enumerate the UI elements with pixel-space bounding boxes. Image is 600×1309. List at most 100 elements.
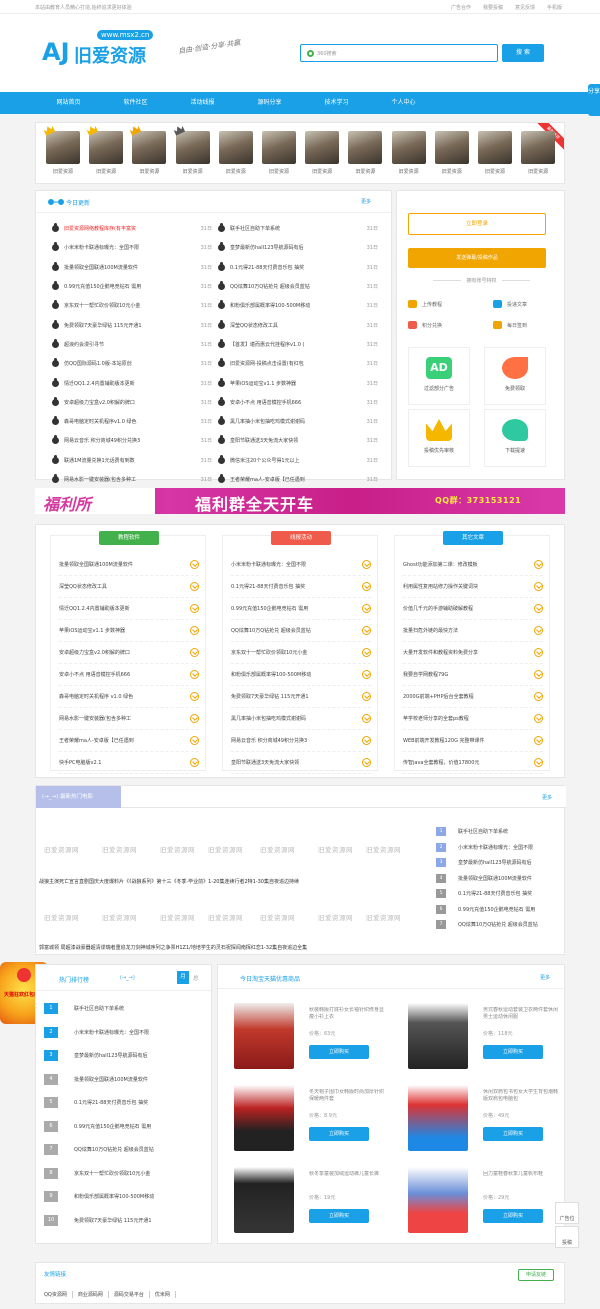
card-speed[interactable]: 下载提速 [484, 409, 546, 467]
nav-item-source[interactable]: 源码分享 [236, 92, 303, 114]
avatar-item[interactable]: 旧爱资源 [305, 131, 340, 179]
priv-points[interactable]: 积分兑换 [408, 321, 442, 329]
buy-button[interactable]: 立即购买 [483, 1127, 543, 1141]
hot-rank-item[interactable]: 7 QQ炫舞10万Q钻抢兑 超级会员蓝钻 [436, 917, 566, 933]
search-button[interactable]: 搜 索 [502, 44, 544, 62]
friend-link[interactable]: QQ资源网 [44, 1291, 73, 1298]
rank-item[interactable]: 2 小米米粉卡联通标曝光：全国不限 [44, 1021, 209, 1045]
apply-link-button[interactable]: 申请友链 [518, 1269, 554, 1281]
column-item[interactable]: 批量扫危外链的最快方法 [403, 620, 543, 642]
column-item[interactable]: 免费领取7天豪华绿钻 115元开通1 [231, 686, 371, 708]
column-item[interactable]: 和粉俱乐部属概率得100-500M移动 [231, 664, 371, 686]
more-link[interactable]: 更多 [361, 198, 371, 205]
column-item[interactable]: 苹学校老师分享的全套ps教程 [403, 708, 543, 730]
poster-watermark[interactable]: 旧爱资源网 [44, 844, 79, 854]
nav-item-home[interactable]: 网站首页 [35, 92, 102, 114]
product-image[interactable] [234, 1003, 294, 1069]
avatar-item[interactable]: 旧爱资源 [89, 131, 124, 179]
tab-month[interactable]: 月 [177, 971, 189, 984]
rank-item[interactable]: 5 0.1元得21-88天付费音乐包 抽奖 [44, 1091, 209, 1115]
rank-item[interactable]: 7 QQ炫舞10万Q钻抢兑 超级会员蓝钻 [44, 1138, 209, 1162]
avatar-item[interactable]: 旧爱资源 [434, 131, 469, 179]
login-button[interactable]: 立即登录 [408, 213, 546, 235]
update-item[interactable]: 王者荣耀ma人-安卓版【已任遇到 31日 [218, 470, 378, 489]
welfare-banner[interactable]: 福利所 福利群全天开车 QQ群：373153121 [35, 488, 565, 514]
top-link[interactable]: 我要投稿 [483, 4, 503, 11]
hot-rank-item[interactable]: 5 0.1元得21-88天付费音乐包 抽奖 [436, 886, 566, 902]
update-item[interactable]: 安卓超级力宝盒v2.0积解的牌口 31日 [52, 393, 212, 412]
update-item[interactable]: QQ炫舞10万Q钻抢兑 超级会员蓝钻 31日 [218, 277, 378, 296]
poster-watermark[interactable]: 旧爱资源网 [318, 844, 353, 854]
update-item[interactable]: 联通1M流量兑换1元话费有到数 31日 [52, 451, 212, 470]
hot-rank-item[interactable]: 4 批量领取全国联通100M流量软件 [436, 871, 566, 887]
buy-button[interactable]: 立即购买 [309, 1209, 369, 1223]
avatar-item[interactable]: 旧爱资源 [348, 131, 383, 179]
product-image[interactable] [234, 1085, 294, 1151]
nav-item-tech[interactable]: 技术学习 [303, 92, 370, 114]
priv-submit[interactable]: 投递文章 [493, 300, 527, 308]
movie-line-1[interactable]: 战狼主演死亡宣言直剧国庆大度爆料片《《战狼系列》第十三《冬季·毕业前》1-20集… [39, 878, 299, 885]
column-item[interactable]: 网易水影一键安装器(包含多种工 [59, 708, 199, 730]
update-item[interactable]: 深莹QQ状态修改工具 31日 [218, 315, 378, 334]
priv-upload[interactable]: 上传教程 [408, 300, 442, 308]
update-item[interactable]: 苹果iOS运动宝v1.1 步数神器 31日 [218, 373, 378, 392]
ad-float-button[interactable]: 广告位 [555, 1202, 579, 1224]
column-tab[interactable]: 线报活动 [271, 531, 331, 545]
column-item[interactable]: 森哥电脑定时关机程序 v1.0 绿色 [59, 686, 199, 708]
update-item[interactable]: 皇阳节联通送3天免流大家快领 31日 [218, 431, 378, 450]
friend-link[interactable]: 商业源码网 [73, 1291, 109, 1298]
update-item[interactable]: 网易水影一键安装器(包含多种工 31日 [52, 470, 212, 489]
buy-button[interactable]: 立即购买 [309, 1127, 369, 1141]
poster-watermark[interactable]: 旧爱资源网 [44, 912, 79, 922]
rank-item[interactable]: 3 皇梦最新仿hall123导航源码有后 [44, 1044, 209, 1068]
column-item[interactable]: 安卓小不点 用语音模控手机666 [59, 664, 199, 686]
poster-watermark[interactable]: 旧爱资源网 [208, 912, 243, 922]
column-item[interactable]: 传智java全套教程，价值17800元 [403, 752, 543, 774]
rank-item[interactable]: 9 和粉俱乐部属概率得100-500M移动 [44, 1185, 209, 1209]
column-item[interactable]: 批量领取全国联通100M流量软件 [59, 554, 199, 576]
more-link[interactable]: 更多 [540, 974, 550, 981]
nav-item-profile[interactable]: 个人中心 [370, 92, 437, 114]
update-item[interactable]: 旧爱资源网络教程库存(有丰富资 31日 [52, 219, 212, 238]
product-image[interactable] [408, 1085, 468, 1151]
update-item[interactable]: 京东双十一帮忙砍价领取10元小金 31日 [52, 296, 212, 315]
buy-button[interactable]: 立即购买 [483, 1045, 543, 1059]
submit-button[interactable]: 发送弹幕/投稿作品 [408, 248, 546, 268]
hot-rank-item[interactable]: 3 皇梦最新仿hall123导航源码有后 [436, 855, 566, 871]
avatar-item[interactable]: 旧爱资源 [521, 131, 556, 179]
column-item[interactable]: 京东双十一帮忙砍价领取10元小金 [231, 642, 371, 664]
rank-item[interactable]: 4 批量领取全国联通100M流量软件 [44, 1068, 209, 1092]
avatar-item[interactable]: 旧爱资源 [391, 131, 426, 179]
column-item[interactable]: 王者荣耀ma人-安卓版【已任遇到 [59, 730, 199, 752]
movie-line-2[interactable]: 郭富城领 局超漆战豪器超清谍瑞者重追龙刀剑神城序列之争票H1Z1/地培学生的灵石… [39, 944, 307, 951]
column-item[interactable]: 大量开发软件和教程资料免费分享 [403, 642, 543, 664]
column-item[interactable]: 安卓超级力宝盒v2.0积解的牌口 [59, 642, 199, 664]
nav-item-software[interactable]: 软件社区 [102, 92, 169, 114]
friend-link[interactable]: 源码交易平台 [109, 1291, 150, 1298]
poster-watermark[interactable]: 旧爱资源网 [260, 912, 295, 922]
avatar-item[interactable]: 旧爱资源 [46, 131, 80, 179]
card-free[interactable]: 免费领取 [484, 347, 546, 405]
poster-watermark[interactable]: 旧爱资源网 [160, 844, 195, 854]
poster-watermark[interactable]: 旧爱资源网 [208, 844, 243, 854]
poster-watermark[interactable]: 旧爱资源网 [366, 912, 401, 922]
rank-item[interactable]: 6 0.99元充值150企鹅电竞钻石 需用 [44, 1115, 209, 1139]
poster-watermark[interactable]: 旧爱资源网 [318, 912, 353, 922]
column-item[interactable]: 网易云音乐 积分商城49积分兑换3 [231, 730, 371, 752]
hot-rank-item[interactable]: 6 0.99元充值150企鹅电竞钻石 需用 [436, 902, 566, 918]
site-logo[interactable]: AJ 旧爱资源 www.msx2.cn [42, 30, 167, 74]
rank-item[interactable]: 10 免费领取7天豪华绿钻 115元开通1 [44, 1209, 209, 1233]
update-item[interactable]: 联手社区自助下单系统 31日 [218, 219, 378, 238]
column-item[interactable]: 黑几率抽小米包抽吃鸡模式谢谢码 [231, 708, 371, 730]
column-item[interactable]: 0.1元得21-88天付费音乐包 抽奖 [231, 576, 371, 598]
share-tab[interactable]: 分享 [588, 84, 600, 116]
update-item[interactable]: 仿QQ国际源码1.0版-本站原创 31日 [52, 354, 212, 373]
avatar-item[interactable]: 旧爱资源 [478, 131, 512, 179]
update-item[interactable]: 安卓小不点 用语音模控手机666 31日 [218, 393, 378, 412]
column-item[interactable]: 我要自学网教程79G [403, 664, 543, 686]
update-item[interactable]: 小米米粉卡联通标曝光：全国不限 31日 [52, 238, 212, 257]
avatar-item[interactable]: 旧爱资源 [175, 131, 210, 179]
rank-item[interactable]: 8 京东双十一帮忙砍价领取10元小金 [44, 1162, 209, 1186]
product-name[interactable]: 回力童鞋春秋季儿童帆布鞋 [483, 1171, 561, 1185]
update-item[interactable]: 森哥电脑定时关机程序v1.0 绿色 31日 [52, 412, 212, 431]
